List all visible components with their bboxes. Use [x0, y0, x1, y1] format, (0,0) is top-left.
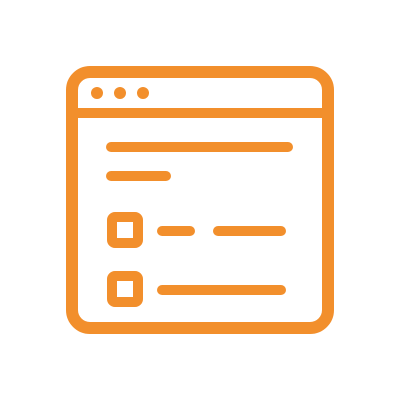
titlebar-dots — [91, 87, 149, 99]
icon-canvas — [0, 0, 400, 400]
checklist-item — [107, 212, 286, 248]
titlebar-dot — [137, 87, 149, 99]
browser-window-checklist-icon — [66, 66, 334, 334]
checklist-item — [107, 271, 286, 307]
checkbox-icon — [107, 212, 143, 248]
titlebar-dot — [91, 87, 103, 99]
titlebar-dot — [114, 87, 126, 99]
checkbox-icon — [107, 271, 143, 307]
